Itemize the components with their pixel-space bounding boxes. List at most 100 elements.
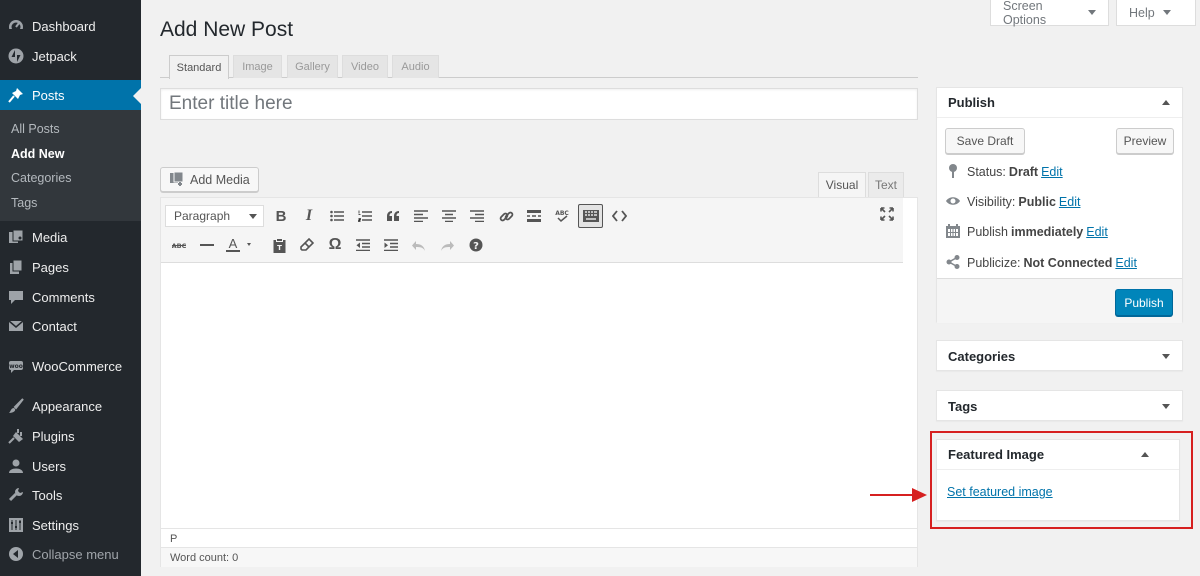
sidebar-item-settings[interactable]: Settings [0,510,141,540]
plugin-icon [8,428,24,444]
edit-status-link[interactable]: Edit [1041,165,1063,179]
categories-box-title: Categories [948,348,1016,364]
paste-as-text-button[interactable]: T [268,234,290,256]
fullscreen-button[interactable] [876,203,898,225]
italic-button[interactable]: I [298,205,320,227]
sidebar-item-pages[interactable]: Pages [0,252,141,282]
insert-link-button[interactable] [495,205,517,227]
sidebar-item-comments[interactable]: Comments [0,282,141,312]
sidebar-item-dashboard[interactable]: Dashboard [0,11,141,41]
chevron-down-icon[interactable] [1162,353,1170,359]
tab-audio[interactable]: Audio [392,55,439,78]
sidebar-item-appearance[interactable]: Appearance [0,391,141,421]
submenu-categories[interactable]: Categories [11,171,71,185]
strikethrough-button[interactable]: ABC [168,234,190,256]
keyboard-icon [582,210,599,222]
tab-gallery[interactable]: Gallery [287,55,338,78]
edit-publicize-link[interactable]: Edit [1115,256,1137,270]
code-button[interactable] [608,205,630,227]
publish-box-title: Publish [948,95,995,110]
undo-button[interactable] [408,234,430,256]
publicize-row: Publicize: Not Connected Edit [945,253,1137,273]
publish-button[interactable]: Publish [1115,289,1173,316]
publish-date-label: Publish [967,225,1008,239]
submenu-add-new[interactable]: Add New [11,147,64,161]
blockquote-button[interactable] [382,205,404,227]
paragraph-format-select[interactable]: Paragraph [165,205,264,227]
sidebar-item-tools[interactable]: Tools [0,480,141,510]
sidebar-item-plugins[interactable]: Plugins [0,421,141,451]
brush-icon [8,398,24,414]
pin-icon [8,87,24,103]
calendar-icon [945,223,961,242]
svg-text:A: A [229,237,238,251]
help-button[interactable]: Help [1116,0,1196,26]
pages-icon [8,259,24,275]
word-count-bar: Word count: 0 [161,547,917,567]
redo-button[interactable] [436,234,458,256]
status-label: Status: [967,165,1006,179]
sidebar-item-jetpack[interactable]: Jetpack [0,41,141,71]
align-right-button[interactable] [466,205,488,227]
bullet-list-button[interactable] [326,205,348,227]
spellcheck-button[interactable]: ABC [551,205,573,227]
redo-icon [441,241,454,251]
fullscreen-icon [880,207,894,221]
submenu-tags[interactable]: Tags [11,196,37,210]
special-character-button[interactable]: Ω [324,234,346,256]
mail-icon [8,318,24,334]
read-more-button[interactable] [523,205,545,227]
element-path[interactable]: P [170,533,177,545]
chevron-up-icon[interactable] [1162,100,1170,105]
undo-icon [412,241,425,251]
align-left-button[interactable] [410,205,432,227]
indent-icon [384,239,398,251]
tab-video[interactable]: Video [342,55,388,78]
horizontal-line-button[interactable] [196,234,218,256]
sidebar-item-media[interactable]: Media [0,222,141,252]
sidebar-item-label: Plugins [32,428,75,444]
text-color-button[interactable]: A [223,234,257,256]
collapse-menu-button[interactable]: Collapse menu [0,539,141,569]
italic-icon: I [305,207,313,224]
sidebar-item-posts[interactable]: Posts [0,80,141,110]
sidebar-item-contact[interactable]: Contact [0,311,141,341]
sidebar-item-label: Contact [32,318,77,334]
add-media-button[interactable]: Add Media [160,167,259,192]
editor-content-area[interactable] [161,264,917,527]
media-icon [8,229,24,245]
numbered-list-button[interactable] [354,205,376,227]
editor-tab-visual[interactable]: Visual [818,172,866,197]
align-center-button[interactable] [438,205,460,227]
screen-options-button[interactable]: Screen Options [990,0,1109,27]
publish-box-header[interactable]: Publish [937,88,1182,118]
indent-button[interactable] [380,234,402,256]
tags-box-header[interactable]: Tags [937,391,1182,421]
keyboard-shortcuts-button[interactable]: ? [465,234,487,256]
editor-tab-text[interactable]: Text [868,172,904,197]
categories-box-header[interactable]: Categories [937,341,1182,371]
sidebar-item-users[interactable]: Users [0,451,141,481]
bold-button[interactable]: B [270,205,292,227]
add-media-label: Add Media [190,172,250,187]
toolbar-toggle-button[interactable] [578,204,603,228]
tab-standard[interactable]: Standard [169,55,229,79]
omega-icon: Ω [328,236,342,253]
publish-date-row: Publish immediately Edit [945,222,1108,242]
share-icon [945,254,961,273]
tab-image[interactable]: Image [233,55,282,78]
edit-publish-date-link[interactable]: Edit [1086,225,1108,239]
sidebar-item-woocommerce[interactable]: woo WooCommerce [0,351,141,381]
submenu-all-posts[interactable]: All Posts [11,122,60,136]
save-draft-button[interactable]: Save Draft [945,128,1025,154]
chevron-down-icon[interactable] [1162,403,1170,409]
red-arrow-icon [870,488,927,502]
clear-formatting-button[interactable] [296,234,318,256]
preview-button[interactable]: Preview [1116,128,1174,154]
post-title-input[interactable] [160,88,918,120]
read-more-icon [527,210,541,222]
sidebar-item-label: Tools [32,487,63,503]
jetpack-icon [8,48,24,64]
edit-visibility-link[interactable]: Edit [1059,195,1081,209]
outdent-button[interactable] [352,234,374,256]
